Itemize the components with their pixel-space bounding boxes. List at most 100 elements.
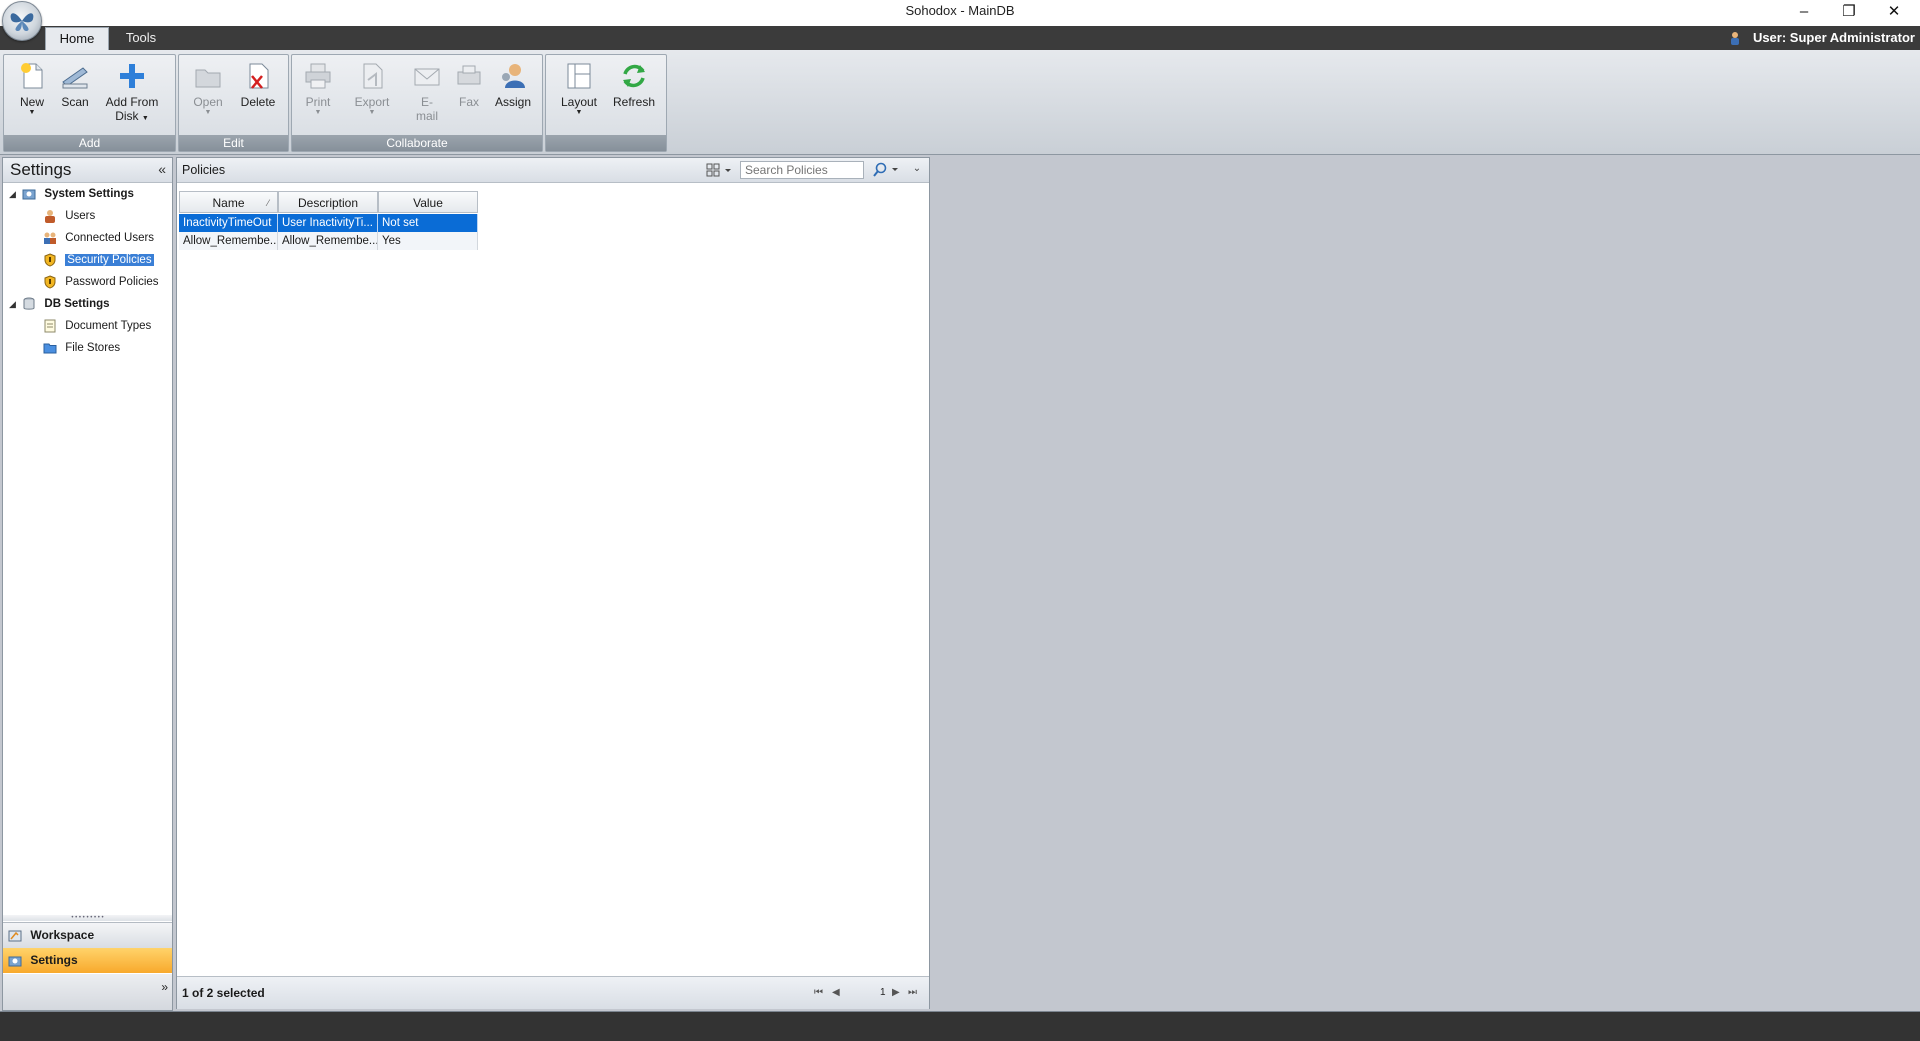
add-from-disk-button[interactable]: Add From Disk ▼ bbox=[100, 60, 164, 126]
connected-users-icon bbox=[44, 232, 56, 244]
policies-title: Policies bbox=[182, 163, 226, 177]
tree-label-users: Users bbox=[65, 210, 96, 222]
expand-arrow-icon[interactable]: ◢ bbox=[9, 295, 19, 313]
nav-workspace[interactable]: Workspace bbox=[3, 922, 172, 948]
column-header-value[interactable]: Value bbox=[378, 191, 478, 213]
cell-description[interactable]: Allow_Remembe... bbox=[278, 232, 378, 250]
layout-label: Layout bbox=[560, 95, 598, 109]
tree-node-password-policies[interactable]: Password Policies bbox=[43, 273, 159, 291]
cell-name[interactable]: InactivityTimeOut bbox=[179, 214, 278, 232]
tree-node-system-settings[interactable]: ◢ System Settings bbox=[9, 185, 134, 203]
tree-node-users[interactable]: Users bbox=[43, 207, 95, 225]
workspace-icon bbox=[8, 930, 22, 942]
nav-workspace-label: Workspace bbox=[30, 928, 95, 942]
restore-button[interactable]: ❐ bbox=[1826, 0, 1872, 26]
database-icon bbox=[23, 297, 35, 310]
assign-button[interactable]: Assign bbox=[491, 60, 535, 109]
settings-icon bbox=[8, 956, 22, 967]
tree-label-document-types: Document Types bbox=[65, 320, 152, 332]
layout-dropdown-arrow: ▼ bbox=[575, 109, 583, 116]
group-label-add: Add bbox=[4, 135, 175, 151]
cell-name[interactable]: Allow_Remembe... bbox=[179, 232, 278, 250]
page-number[interactable]: 1 bbox=[880, 986, 886, 1000]
scanner-icon bbox=[62, 67, 88, 89]
open-button[interactable]: Open ▼ bbox=[188, 60, 228, 117]
shield-icon bbox=[44, 275, 56, 289]
print-button[interactable]: Print ▼ bbox=[298, 60, 338, 117]
refresh-button[interactable]: Refresh bbox=[610, 60, 658, 109]
group-label-view bbox=[546, 135, 666, 151]
minimize-button[interactable]: – bbox=[1781, 0, 1827, 26]
folder-icon bbox=[43, 343, 57, 354]
search-policies-input[interactable] bbox=[740, 161, 864, 179]
plus-icon bbox=[120, 64, 144, 88]
configure-buttons-icon[interactable]: » bbox=[161, 980, 168, 994]
fax-button[interactable]: Fax bbox=[452, 60, 486, 109]
sort-ascending-icon: ⁄ bbox=[267, 198, 269, 208]
column-header-name[interactable]: Name ⁄ bbox=[179, 191, 278, 213]
open-folder-icon bbox=[195, 69, 221, 88]
table-row[interactable]: Allow_Remembe... Allow_Remembe... Yes bbox=[179, 232, 478, 250]
tree-label-db-settings: DB Settings bbox=[44, 298, 110, 311]
nav-pane-splitter[interactable]: • • • • • • • • • bbox=[3, 915, 172, 921]
nav-pane-footer: » bbox=[3, 974, 172, 1010]
view-mode-button[interactable] bbox=[706, 163, 734, 177]
column-header-description-label: Description bbox=[297, 196, 359, 210]
tree-node-connected-users[interactable]: Connected Users bbox=[43, 229, 154, 247]
cell-value[interactable]: Not set bbox=[378, 214, 478, 232]
email-button[interactable]: E- mail bbox=[407, 60, 447, 123]
application-status-bar bbox=[0, 1011, 1920, 1041]
group-label-edit: Edit bbox=[179, 135, 288, 151]
new-button[interactable]: New ▼ bbox=[12, 60, 52, 117]
app-menu-button[interactable] bbox=[2, 1, 42, 41]
current-user-label: User: Super Administrator bbox=[1752, 30, 1915, 45]
open-dropdown-arrow: ▼ bbox=[204, 109, 212, 116]
add-from-disk-dropdown-arrow: ▼ bbox=[141, 115, 149, 122]
chevron-down-icon[interactable]: ⌄ bbox=[910, 162, 924, 176]
fax-label: Fax bbox=[458, 95, 479, 109]
delete-button[interactable]: Delete bbox=[236, 60, 280, 109]
export-dropdown-arrow: ▼ bbox=[368, 109, 376, 116]
cell-value[interactable]: Yes bbox=[378, 232, 478, 250]
close-button[interactable]: ✕ bbox=[1871, 0, 1917, 26]
tab-home[interactable]: Home bbox=[45, 27, 109, 51]
window-title: Sohodox - MainDB bbox=[905, 3, 1015, 18]
scan-button[interactable]: Scan bbox=[56, 60, 94, 109]
refresh-icon bbox=[623, 64, 645, 88]
column-header-name-label: Name bbox=[212, 196, 245, 210]
export-label: Export bbox=[354, 95, 390, 109]
email-label-1: E- bbox=[421, 95, 433, 109]
collapse-panel-button[interactable]: « bbox=[158, 161, 166, 177]
tab-tools[interactable]: Tools bbox=[112, 27, 170, 50]
export-button[interactable]: Export ▼ bbox=[350, 60, 394, 117]
search-icon bbox=[873, 162, 898, 177]
refresh-label: Refresh bbox=[612, 95, 656, 109]
tree-node-security-policies[interactable]: Security Policies bbox=[43, 251, 154, 269]
selection-status: 1 of 2 selected bbox=[182, 986, 265, 1000]
export-icon bbox=[363, 63, 383, 89]
search-button[interactable] bbox=[868, 161, 902, 179]
tree-label-connected-users: Connected Users bbox=[65, 232, 155, 244]
fax-icon bbox=[457, 65, 481, 85]
last-page-icon[interactable]: ⏭ bbox=[908, 986, 917, 1000]
policies-status-bar: 1 of 2 selected ⏮ ◀ 1 ▶ ⏭ bbox=[177, 976, 929, 1009]
cell-description[interactable]: User InactivityTi... bbox=[278, 214, 378, 232]
delete-label: Delete bbox=[240, 95, 276, 109]
tree-label-file-stores: File Stores bbox=[65, 342, 121, 354]
tree-node-file-stores[interactable]: File Stores bbox=[43, 339, 120, 357]
previous-page-icon[interactable]: ◀ bbox=[832, 986, 840, 1000]
first-page-icon[interactable]: ⏮ bbox=[814, 986, 823, 1000]
nav-settings[interactable]: Settings bbox=[3, 948, 172, 973]
tree-node-db-settings[interactable]: ◢ DB Settings bbox=[9, 295, 110, 313]
assign-label: Assign bbox=[494, 95, 532, 109]
next-page-icon[interactable]: ▶ bbox=[892, 986, 900, 1000]
column-header-description[interactable]: Description bbox=[278, 191, 378, 213]
expand-arrow-icon[interactable]: ◢ bbox=[9, 185, 19, 203]
delete-icon bbox=[249, 63, 269, 89]
table-row[interactable]: InactivityTimeOut User InactivityTi... N… bbox=[179, 214, 478, 232]
tree-label-password-policies: Password Policies bbox=[65, 276, 159, 288]
policies-panel: Policies ⌄ Name ⁄ Description Value Inac… bbox=[176, 157, 930, 1009]
layout-button[interactable]: Layout ▼ bbox=[556, 60, 602, 117]
tree-node-document-types[interactable]: Document Types bbox=[43, 317, 151, 335]
settings-navigation-panel: Settings « ◢ System Settings Users Conne… bbox=[2, 157, 173, 1011]
